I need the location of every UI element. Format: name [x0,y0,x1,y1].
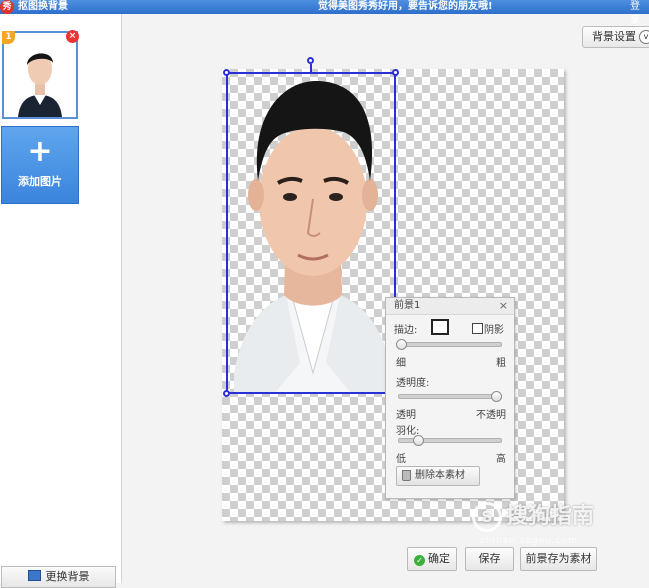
stroke-label: 描边: [394,325,418,336]
thin-label: 细 [396,358,406,369]
ok-label: 确定 [428,552,450,565]
shadow-label: 阴影 [484,325,504,336]
resize-handle-top-right[interactable] [392,69,399,76]
background-settings-label: 背景设置 [592,30,636,43]
add-image-button[interactable]: + 添加图片 [1,126,79,204]
watermark-logo-icon: S [472,502,502,532]
title-bar: 秀 抠图换背景 觉得美图秀秀好用，要告诉您的朋友哦! 登录 [0,0,649,26]
foreground-properties-panel: 前景1 × 描边: 阴影 细 粗 透明度: 透明 不透明 羽化: 低 高 删除本… [385,297,515,499]
remove-image-icon[interactable]: × [66,30,79,43]
shadow-checkbox[interactable]: 阴影 [472,321,504,336]
watermark-text: 搜狗指南 [506,504,595,529]
rotate-handle[interactable] [307,57,314,64]
add-image-label: 添加图片 [18,175,62,188]
save-button[interactable]: 保存 [465,547,514,571]
opacity-track[interactable] [398,394,502,399]
low-label: 低 [396,454,406,465]
resize-handle-top-left[interactable] [223,69,230,76]
stroke-color-swatch[interactable] [431,319,449,335]
change-background-button[interactable]: 更换背景 [1,566,116,588]
save-foreground-as-material-button[interactable]: 前景存为素材 [520,547,597,571]
plus-icon: + [27,134,53,169]
high-label: 高 [496,454,506,465]
selection-box[interactable] [226,72,396,394]
opaque-label: 不透明 [476,410,506,421]
window-title: 抠图换背景 [18,1,68,12]
stroke-width-slider[interactable] [396,339,407,350]
transparent-label: 透明 [396,410,416,421]
image-sidebar: 1 × + 添加图片 更换背景 [0,14,122,588]
portrait-thumbnail-image [4,33,76,117]
watermark-subtext: zhinan.sogou.com [480,536,578,546]
check-icon: ✓ [414,555,425,566]
background-settings-button[interactable]: 背景设置 v [582,26,649,48]
save-label: 保存 [478,552,501,565]
resize-handle-bottom-left[interactable] [223,390,230,397]
feather-slider[interactable] [412,435,424,446]
image-icon [27,570,41,581]
checkbox-icon [472,323,483,334]
watermark: S 搜狗指南 [472,498,594,532]
change-background-label: 更换背景 [45,570,90,583]
login-link[interactable]: 登录 [630,0,649,28]
app-logo-icon: 秀 [0,0,14,14]
panel-title: 前景1 [394,300,421,311]
thick-label: 粗 [496,358,506,369]
opacity-label: 透明度: [396,378,430,389]
opacity-slider[interactable] [491,391,502,402]
slogan-text: 觉得美图秀秀好用，要告诉您的朋友哦! [318,1,493,12]
stroke-width-track[interactable] [398,342,502,347]
delete-material-label: 删除本素材 [415,470,465,481]
chevron-down-icon: v [639,30,649,44]
panel-header: 前景1 × [386,298,514,315]
ok-button[interactable]: ✓ 确定 [407,547,457,571]
delete-material-button[interactable]: 删除本素材 [396,466,480,486]
trash-icon [402,470,411,481]
close-icon[interactable]: × [499,298,508,314]
rotate-stem [310,64,312,72]
image-thumbnail[interactable]: 1 × [2,30,79,119]
save-as-material-label: 前景存为素材 [525,552,592,565]
